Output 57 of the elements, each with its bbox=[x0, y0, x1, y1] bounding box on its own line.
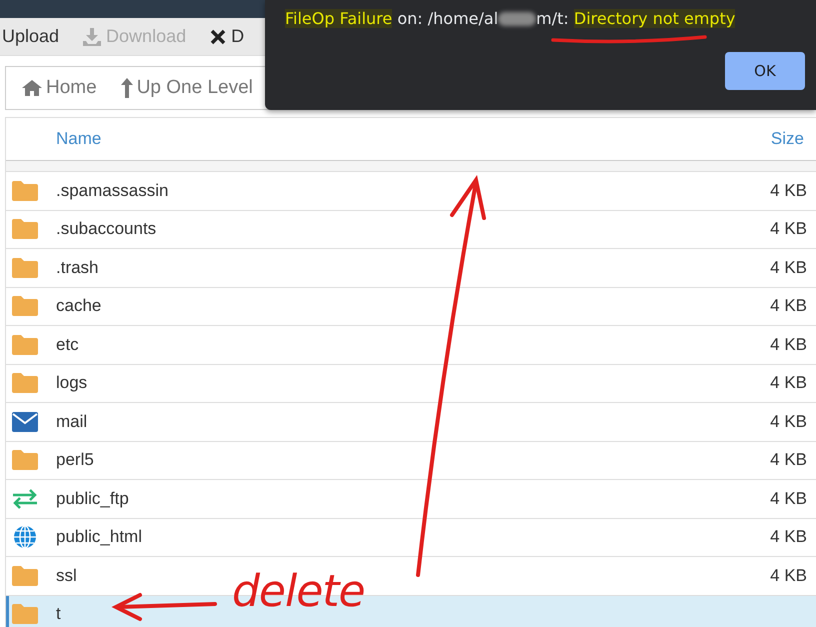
column-header[interactable]: Name bbox=[56, 129, 102, 149]
nav-button[interactable]: Up One Level bbox=[120, 77, 253, 99]
file-name: ssl bbox=[56, 566, 77, 586]
file-name: etc bbox=[56, 334, 79, 355]
file-row[interactable]: etc 4 KB bbox=[6, 326, 816, 364]
file-size: 4 KB bbox=[770, 180, 807, 201]
file-name: cache bbox=[56, 296, 102, 316]
file-size: 4 KB bbox=[770, 296, 807, 316]
file-size: 4 KB bbox=[770, 450, 807, 470]
globe-icon bbox=[12, 525, 36, 550]
close-icon bbox=[210, 28, 226, 44]
folder-icon bbox=[12, 450, 38, 470]
home-icon bbox=[22, 80, 42, 96]
file-size: 4 KB bbox=[770, 412, 807, 432]
file-size: 4 KB bbox=[770, 258, 807, 278]
up-arrow-icon bbox=[120, 78, 133, 98]
download-icon bbox=[83, 28, 102, 46]
file-size: 4 KB bbox=[770, 488, 807, 509]
folder-icon bbox=[12, 334, 38, 355]
file-name: public_ftp bbox=[56, 488, 129, 509]
file-name: public_html bbox=[56, 527, 142, 548]
file-row[interactable]: logs 4 KB bbox=[6, 364, 816, 403]
file-name: .spamassassin bbox=[56, 180, 168, 201]
file-row[interactable]: perl5 4 KB bbox=[6, 442, 816, 480]
file-size: 4 KB bbox=[770, 334, 807, 355]
toolbar-button[interactable]: D bbox=[210, 26, 244, 47]
file-row[interactable]: .spamassassin 4 KB bbox=[6, 172, 816, 210]
file-row[interactable]: public_ftp 4 KB bbox=[6, 480, 816, 518]
folder-icon bbox=[12, 258, 38, 278]
file-row[interactable]: mail 4 KB bbox=[6, 403, 816, 442]
folder-icon bbox=[12, 566, 38, 586]
error-message: FileOp Failure on: /home/al m/t: Directory not empty bbox=[285, 9, 736, 28]
folder-icon bbox=[12, 219, 38, 240]
folder-icon bbox=[12, 180, 38, 201]
transfer-arrows-icon bbox=[12, 488, 38, 509]
folder-icon bbox=[12, 373, 38, 394]
toolbar-button[interactable]: Upload bbox=[2, 26, 60, 47]
folder-icon bbox=[12, 296, 38, 316]
file-row[interactable]: public_html 4 KB bbox=[6, 518, 816, 557]
nav-button[interactable]: Home bbox=[22, 77, 97, 99]
file-name: t bbox=[56, 604, 61, 624]
envelope-icon bbox=[12, 412, 38, 432]
file-name: logs bbox=[56, 373, 88, 394]
file-size: 4 KB bbox=[770, 373, 807, 394]
column-header[interactable]: Size bbox=[770, 129, 804, 149]
file-row[interactable]: .subaccounts 4 KB bbox=[6, 210, 816, 249]
file-row[interactable]: .trash 4 KB bbox=[6, 249, 816, 288]
ok-button[interactable]: OK bbox=[725, 52, 805, 90]
file-name: .subaccounts bbox=[56, 219, 156, 240]
folder-icon bbox=[12, 604, 38, 624]
file-size: 4 KB bbox=[770, 219, 807, 240]
file-name: .trash bbox=[56, 258, 99, 278]
file-row[interactable]: cache 4 KB bbox=[6, 288, 816, 326]
file-name: mail bbox=[56, 412, 88, 432]
file-name: perl5 bbox=[56, 450, 94, 470]
file-size: 4 KB bbox=[770, 527, 807, 548]
file-size: 4 KB bbox=[770, 566, 807, 586]
